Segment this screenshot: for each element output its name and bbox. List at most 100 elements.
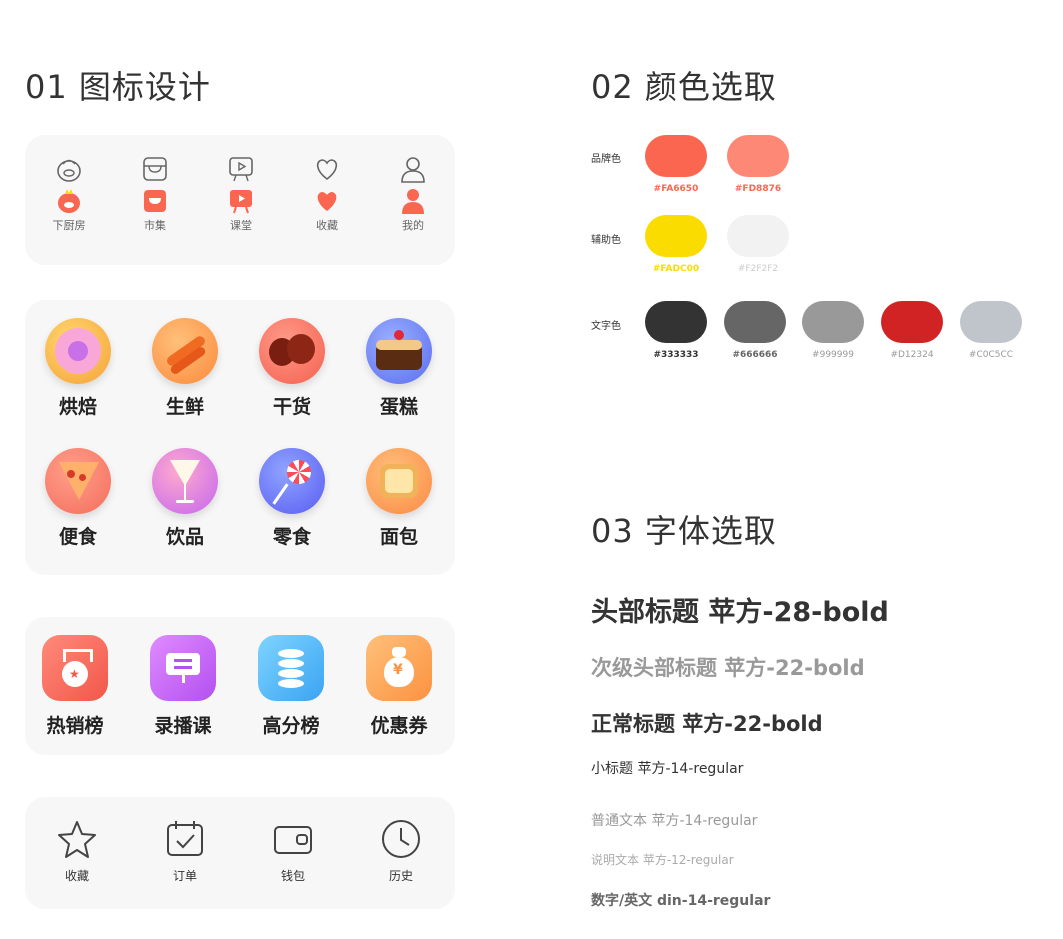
- tab-favorite-label: 收藏: [316, 219, 338, 232]
- category-fresh[interactable]: 生鲜: [140, 318, 230, 419]
- category-label: 便食: [58, 526, 97, 548]
- category-baking[interactable]: 烘焙: [33, 318, 123, 419]
- text-hex-3: #999999: [812, 350, 854, 360]
- aux-swatch-2: [727, 215, 789, 257]
- category-label: 面包: [379, 526, 418, 548]
- brand-swatch-2: [727, 135, 789, 177]
- brand-hex-1: #FA6650: [653, 184, 699, 194]
- text-hex-4: #D12324: [890, 350, 934, 360]
- text-hex-1: #333333: [653, 350, 699, 360]
- tab-classroom[interactable]: 课堂: [201, 155, 281, 233]
- tab-classroom-label: 课堂: [230, 219, 252, 232]
- category-fastfood[interactable]: 便食: [33, 448, 123, 549]
- tabbar-icons-card: 下厨房 市集 课堂 收藏 我的: [25, 135, 455, 265]
- screen-icon: [150, 635, 216, 701]
- font-sample-numeric: 数字/英文 din-14-regular: [591, 893, 771, 909]
- star-icon: [58, 821, 96, 858]
- tab-favorite[interactable]: 收藏: [287, 155, 367, 233]
- category-label: 干货: [272, 396, 311, 418]
- category-label: 烘焙: [58, 396, 97, 418]
- text-swatch-2: [724, 301, 786, 343]
- pizza-icon: [45, 448, 111, 514]
- clock-icon: [382, 820, 420, 858]
- category-label: 零食: [272, 526, 311, 548]
- utility-label: 钱包: [280, 869, 305, 883]
- tab-mine-label: 我的: [402, 219, 424, 232]
- brand-hex-2: #FD8876: [734, 184, 782, 194]
- category-cake[interactable]: 蛋糕: [354, 318, 444, 419]
- rank-hot[interactable]: ★ 热销榜: [25, 635, 125, 738]
- section-title-font-pick: 03 字体选取: [591, 512, 777, 550]
- text-swatch-1: [645, 301, 707, 343]
- font-sample-title: 正常标题 苹方-22-bold: [591, 712, 823, 736]
- tab-mine[interactable]: 我的: [373, 155, 453, 233]
- aux-swatch-1: [645, 215, 707, 257]
- utility-label: 订单: [172, 869, 197, 883]
- section-title-color-pick: 02 颜色选取: [591, 68, 777, 106]
- utility-label: 收藏: [64, 869, 89, 883]
- classroom-outline-icon: [229, 157, 253, 182]
- aux-color-label: 辅助色: [591, 235, 621, 246]
- text-swatch-5: [960, 301, 1022, 343]
- text-hex-2: #666666: [732, 350, 778, 360]
- rank-label: 录播课: [154, 715, 212, 737]
- utility-favorite[interactable]: 收藏: [27, 817, 127, 884]
- user-icon: [402, 189, 424, 214]
- tab-market[interactable]: 市集: [115, 155, 195, 233]
- category-card: 烘焙 生鲜 干货 蛋糕 便食 饮品 零食 面包: [25, 300, 455, 575]
- wallet-icon: [274, 826, 312, 854]
- category-bread[interactable]: 面包: [354, 448, 444, 549]
- font-sample-header: 头部标题 苹方-28-bold: [591, 597, 889, 628]
- font-sample-subheader: 次级头部标题 苹方-22-bold: [591, 656, 865, 680]
- category-label: 饮品: [165, 526, 204, 548]
- category-label: 蛋糕: [379, 396, 418, 418]
- medal-icon: ★: [42, 635, 108, 701]
- utility-wallet[interactable]: 钱包: [243, 817, 343, 884]
- category-dried[interactable]: 干货: [247, 318, 337, 419]
- category-drinks[interactable]: 饮品: [140, 448, 230, 549]
- category-snacks[interactable]: 零食: [247, 448, 337, 549]
- rank-recorded[interactable]: 录播课: [133, 635, 233, 738]
- cake-icon: [366, 318, 432, 384]
- tab-chef[interactable]: 下厨房: [29, 155, 109, 233]
- utility-label: 历史: [388, 869, 413, 883]
- carrot-icon: [152, 318, 218, 384]
- rank-card: ★ 热销榜 录播课 高分榜 ¥ 优惠券: [25, 617, 455, 755]
- calendar-check-icon: [167, 821, 203, 856]
- utility-card: 收藏 订单 钱包 历史: [25, 797, 455, 909]
- brand-swatch-1: [645, 135, 707, 177]
- heart-icon: [317, 192, 337, 211]
- text-swatch-3: [802, 301, 864, 343]
- text-swatch-4: [881, 301, 943, 343]
- bread-icon: [366, 448, 432, 514]
- coins-icon: [258, 635, 324, 701]
- utility-history[interactable]: 历史: [351, 817, 451, 884]
- tab-market-label: 市集: [144, 219, 166, 232]
- section-title-icon-design: 01 图标设计: [25, 68, 211, 106]
- moneybag-icon: ¥: [366, 635, 432, 701]
- user-outline-icon: [401, 157, 425, 183]
- tab-chef-label: 下厨房: [52, 219, 86, 232]
- text-color-label: 文字色: [591, 321, 621, 332]
- chef-icon: [58, 189, 80, 213]
- chef-outline-icon: [57, 159, 81, 182]
- aux-hex-1: #FADC00: [652, 264, 700, 274]
- rank-label: 优惠券: [370, 715, 428, 737]
- text-hex-5: #C0C5CC: [968, 350, 1014, 360]
- donut-icon: [45, 318, 111, 384]
- heart-outline-icon: [316, 159, 338, 181]
- market-icon: [144, 190, 166, 212]
- chestnut-icon: [259, 318, 325, 384]
- font-sample-body: 普通文本 苹方-14-regular: [591, 813, 758, 829]
- brand-color-label: 品牌色: [591, 154, 621, 165]
- aux-hex-2: #F2F2F2: [737, 264, 779, 274]
- font-sample-subtitle: 小标题 苹方-14-regular: [591, 761, 744, 777]
- classroom-icon: [230, 190, 252, 214]
- utility-orders[interactable]: 订单: [135, 817, 235, 884]
- category-label: 生鲜: [165, 396, 204, 418]
- drink-icon: [152, 448, 218, 514]
- rank-highscore[interactable]: 高分榜: [241, 635, 341, 738]
- font-sample-caption: 说明文本 苹方-12-regular: [591, 853, 734, 867]
- rank-label: 热销榜: [46, 715, 104, 737]
- rank-coupon[interactable]: ¥ 优惠券: [349, 635, 449, 738]
